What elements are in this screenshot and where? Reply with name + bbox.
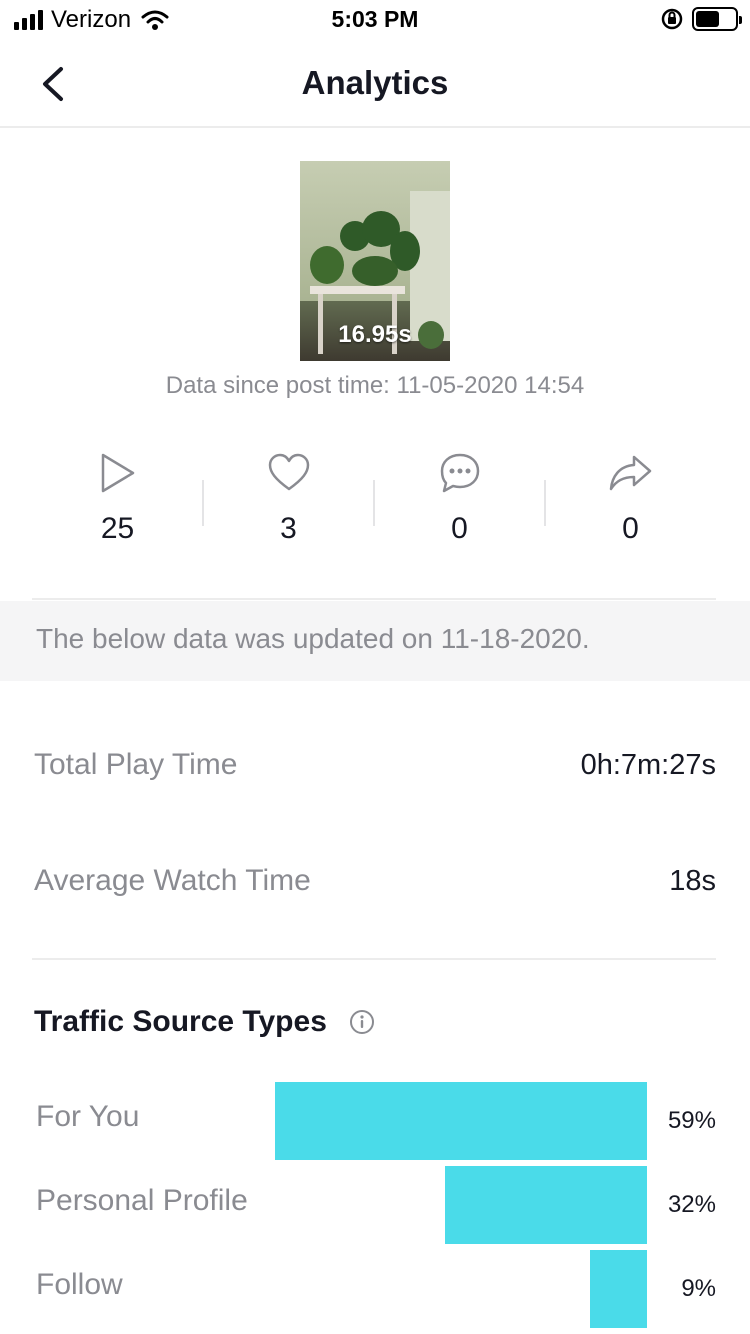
update-notice-banner: The below data was updated on 11-18-2020…	[0, 601, 750, 681]
stat-divider	[373, 480, 375, 526]
traffic-percent: 32%	[667, 1191, 716, 1218]
page-title: Analytics	[301, 64, 449, 101]
average-watch-time-row: Average Watch Time 18s	[34, 861, 716, 901]
traffic-row-for-you: For You 59%	[0, 1082, 750, 1160]
total-play-time-value: 0h:7m:27s	[580, 748, 716, 781]
traffic-section-title: Traffic Source Types	[34, 1005, 375, 1039]
traffic-bar	[275, 1082, 647, 1160]
stat-comments: 0	[374, 448, 545, 558]
nav-bar: Analytics	[0, 40, 750, 128]
traffic-label: Personal Profile	[36, 1184, 248, 1217]
info-button[interactable]	[349, 1009, 375, 1035]
status-bar: Verizon 5:03 PM	[0, 0, 750, 40]
video-duration: 16.95s	[338, 321, 412, 348]
traffic-bar	[445, 1166, 647, 1244]
info-icon	[349, 1010, 374, 1034]
total-play-time-row: Total Play Time 0h:7m:27s	[34, 745, 716, 785]
update-notice-text: The below data was updated on 11-18-2020…	[36, 623, 590, 654]
stat-shares: 0	[545, 448, 716, 558]
plays-count: 25	[100, 512, 135, 545]
average-watch-time-label: Average Watch Time	[34, 864, 311, 897]
share-icon	[609, 455, 651, 491]
traffic-title-text: Traffic Source Types	[34, 1005, 327, 1038]
traffic-label: Follow	[36, 1268, 123, 1301]
stat-divider	[544, 480, 546, 526]
total-play-time-label: Total Play Time	[34, 748, 238, 781]
traffic-row-follow: Follow 9%	[0, 1250, 750, 1328]
heart-icon	[268, 453, 309, 491]
orientation-lock-icon	[661, 8, 683, 30]
comment-icon	[440, 453, 479, 493]
stat-divider	[202, 480, 204, 526]
play-icon	[101, 453, 134, 493]
battery-icon	[692, 7, 742, 31]
traffic-percent: 9%	[681, 1275, 716, 1302]
stat-plays: 25	[32, 448, 203, 558]
divider	[32, 598, 716, 600]
comments-count: 0	[451, 512, 468, 545]
likes-count: 3	[280, 512, 297, 545]
engagement-stats: 25 3 0 0	[32, 448, 716, 558]
divider	[32, 958, 716, 960]
traffic-label: For You	[36, 1100, 140, 1133]
video-thumbnail[interactable]: 16.95s	[300, 161, 450, 361]
shares-count: 0	[622, 512, 639, 545]
status-time: 5:03 PM	[331, 6, 419, 32]
stat-likes: 3	[203, 448, 374, 558]
data-since-text: Data since post time: 11-05-2020 14:54	[165, 372, 585, 399]
traffic-row-personal-profile: Personal Profile 32%	[0, 1166, 750, 1244]
average-watch-time-value: 18s	[669, 864, 716, 897]
traffic-bar	[590, 1250, 647, 1328]
traffic-percent: 59%	[667, 1107, 716, 1134]
